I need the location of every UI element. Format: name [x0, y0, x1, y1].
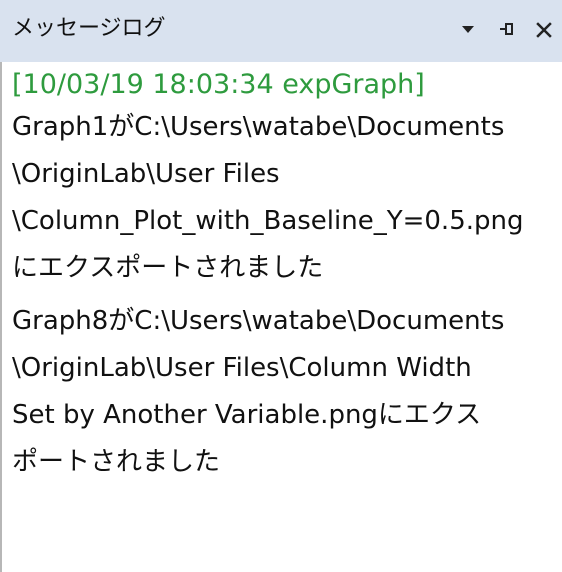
- panel-titlebar: メッセージログ: [0, 0, 562, 62]
- log-entry-header: [10/03/19 18:03:34 expGraph]: [12, 69, 425, 100]
- log-message-2-line-1: Graph8がC:\Users\watabe\Documents: [12, 306, 505, 336]
- panel-left-border: [0, 62, 2, 572]
- log-message-1-line-2: \OriginLab\User Files: [12, 159, 280, 189]
- close-icon[interactable]: [534, 16, 554, 42]
- dropdown-icon[interactable]: [458, 16, 478, 42]
- message-log-panel: メッセージログ [10/03/19 18:03:34 expGraph] Gra…: [0, 0, 562, 572]
- log-message-1-line-4: にエクスポートされました: [12, 253, 324, 283]
- log-message-1-line-1: Graph1がC:\Users\watabe\Documents: [12, 112, 505, 142]
- panel-title: メッセージログ: [12, 16, 166, 41]
- panel-controls: [458, 16, 554, 42]
- message-log-content[interactable]: [10/03/19 18:03:34 expGraph] Graph1がC:\U…: [12, 62, 558, 568]
- pin-icon[interactable]: [496, 16, 516, 42]
- log-message-2-line-4: ポートされました: [12, 447, 221, 477]
- log-message-2-line-2: \OriginLab\User Files\Column Width: [12, 353, 472, 383]
- log-message-2-line-3: Set by Another Variable.pngにエクス: [12, 400, 482, 430]
- log-message-1-line-3: \Column_Plot_with_Baseline_Y=0.5.png: [12, 206, 524, 236]
